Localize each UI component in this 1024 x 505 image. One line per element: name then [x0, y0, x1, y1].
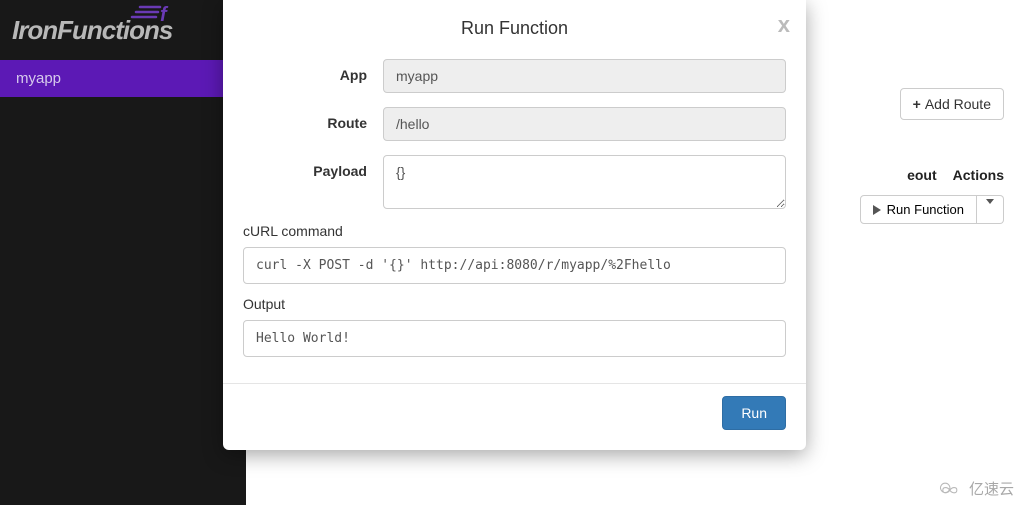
- payload-textarea[interactable]: [383, 155, 786, 209]
- form-row-app: App: [243, 59, 786, 93]
- label-route: Route: [243, 107, 383, 131]
- modal-footer: Run: [223, 383, 806, 450]
- watermark: 亿速云: [937, 478, 1014, 499]
- sidebar-item-myapp[interactable]: myapp: [0, 60, 246, 97]
- label-output: Output: [243, 296, 786, 312]
- column-header-timeout: eout: [907, 167, 937, 183]
- watermark-text: 亿速云: [969, 478, 1014, 499]
- row-action-group: Run Function: [860, 195, 1004, 224]
- modal-title: Run Function: [243, 18, 786, 39]
- brand-text: IronFunctions f: [12, 15, 172, 46]
- add-route-button[interactable]: + Add Route: [900, 88, 1004, 120]
- modal-body: App Route Payload cURL command curl -X P…: [223, 51, 806, 383]
- logo-wing-icon: f: [130, 1, 174, 23]
- row-action-dropdown-toggle[interactable]: [977, 195, 1004, 224]
- chevron-down-icon: [986, 199, 994, 216]
- run-function-label: Run Function: [887, 202, 964, 217]
- cloud-infinity-icon: [937, 481, 965, 497]
- run-function-modal: Run Function x App Route Payload cURL co…: [223, 0, 806, 450]
- add-route-label: Add Route: [925, 96, 991, 112]
- curl-command-box: curl -X POST -d '{}' http://api:8080/r/m…: [243, 247, 786, 284]
- svg-text:f: f: [160, 4, 169, 26]
- output-box: Hello World!: [243, 320, 786, 357]
- run-button[interactable]: Run: [722, 396, 786, 430]
- modal-header: Run Function x: [223, 0, 806, 51]
- app-field[interactable]: [383, 59, 786, 93]
- play-icon: [873, 205, 881, 215]
- run-function-row-button[interactable]: Run Function: [860, 195, 977, 224]
- logo: IronFunctions f: [0, 0, 246, 60]
- label-curl: cURL command: [243, 223, 786, 239]
- column-header-actions: Actions: [953, 167, 1004, 183]
- label-payload: Payload: [243, 155, 383, 179]
- route-field[interactable]: [383, 107, 786, 141]
- close-icon[interactable]: x: [778, 12, 790, 38]
- form-row-route: Route: [243, 107, 786, 141]
- label-app: App: [243, 59, 383, 83]
- sidebar-item-label: myapp: [16, 70, 61, 87]
- plus-icon: +: [913, 96, 921, 112]
- form-row-payload: Payload: [243, 155, 786, 209]
- sidebar: IronFunctions f myapp: [0, 0, 246, 505]
- table-header-fragment: eout Actions: [907, 167, 1004, 183]
